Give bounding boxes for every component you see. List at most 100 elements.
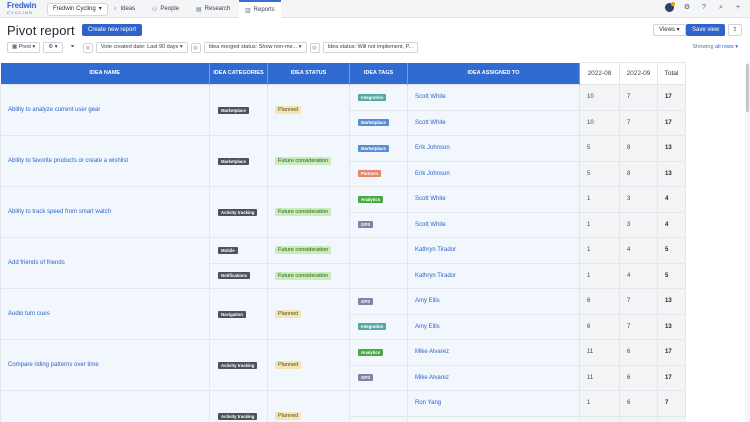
table-row: Compare riding patterns over time Activit… [0,339,686,391]
status-badge: Future consideration [275,208,332,216]
help-icon[interactable]: ? [700,4,708,12]
assignee-name[interactable]: Mike Alvarez [415,349,449,355]
workspace-selector[interactable]: Fredwin Cycling ▾ [47,3,108,16]
views-button[interactable]: Views ▾ [653,24,686,36]
nav-ideas-label: Ideas [120,6,136,12]
assignee-name[interactable]: Scott White [415,196,446,202]
col-idea-categories[interactable]: Idea categories [209,62,268,85]
pivot-grid: Idea name Idea categories Idea status Id… [0,62,686,422]
idea-assignee-cell[interactable]: Scott White [407,211,580,238]
idea-assignee-cell[interactable]: Kathryn Tirador [407,262,580,289]
share-button[interactable]: ⇪ [728,24,742,36]
idea-assignee-cell[interactable]: Scott White [407,109,580,136]
idea-name-cell[interactable]: Audio turn cues [0,288,210,340]
vertical-scrollbar[interactable] [745,62,750,422]
settings-icon[interactable]: ⚙ [683,4,691,12]
all-rows-link[interactable]: all rows [715,44,734,50]
idea-tag-cell: GPS [349,364,408,391]
create-report-button[interactable]: Create new report [82,24,143,36]
pivot-dropdown[interactable]: ▦ Pivot ▾ [7,42,41,53]
idea-assignee-cell[interactable]: Kathryn Tirador [407,237,580,264]
assignee-name[interactable]: Amy Ellis [415,298,440,304]
idea-assignee-cell[interactable]: Amy Ellis [407,288,580,315]
fredwin-logo[interactable]: Fredwin CYCLING [7,2,41,16]
idea-assignee-cell[interactable]: Erik Johnson [407,135,580,162]
idea-category-cell: Notifications [209,262,268,289]
assignee-name[interactable]: Ron Yang [415,400,441,406]
idea-name[interactable]: Ability to track speed from smart watch [8,209,111,215]
col-period-2[interactable]: 2022-09 [619,62,658,85]
assignee-name[interactable]: Mike Alvarez [415,375,449,381]
col-idea-status[interactable]: Idea status [267,62,350,85]
total-value: 5 [657,237,686,264]
idea-name-cell[interactable] [0,390,210,422]
assignee-name[interactable]: Erik Johnson [415,145,450,151]
nav-people[interactable]: ⚇ People [152,0,179,18]
period-1-value: 11 [579,364,620,391]
col-total[interactable]: Total [657,62,686,85]
idea-name[interactable]: Add friends of friends [8,260,65,266]
status-badge: Planned [275,310,302,318]
nav-research[interactable]: ▤ Research [196,0,230,18]
filter-toggle-icon[interactable]: ◎ [82,42,93,53]
idea-assignee-cell[interactable] [407,415,580,422]
avatar[interactable] [665,2,675,12]
idea-name[interactable]: Audio turn cues [8,311,50,317]
settings-dropdown[interactable]: ⚙ ▾ [43,42,63,53]
idea-assignee-cell[interactable]: Scott White [407,84,580,111]
idea-name-cell[interactable]: Ability to favorite products or create a… [0,135,210,187]
idea-assignee-cell[interactable]: Ron Yang [407,390,580,417]
filter-toggle-icon[interactable]: ◎ [309,42,320,53]
assignee-name[interactable]: Kathryn Tirador [415,273,456,279]
tag-badge: Integration [358,93,387,101]
nav-ideas[interactable]: ♁ Ideas [113,0,135,18]
period-2-value: 4 [619,262,658,289]
add-icon[interactable]: + [734,4,742,12]
status-badge: Planned [275,412,302,420]
pivot-table: Idea name Idea categories Idea status Id… [0,62,745,422]
table-row: Audio turn cues Navigation Planned GPS Amy E… [0,288,686,340]
status-badge: Future consideration [275,246,332,255]
assignee-name[interactable]: Erik Johnson [415,171,450,177]
idea-tag-cell: Analytics [349,339,408,366]
nav-reports[interactable]: ▥ Reports [239,0,281,18]
col-period-1[interactable]: 2022-08 [579,62,620,85]
assignee-name[interactable]: Scott White [415,94,446,100]
filter-merged-status[interactable]: Idea merged status: Show non-me... ▾ [203,42,307,53]
assignee-name[interactable]: Scott White [415,222,446,228]
showing-rows: Showing all rows ▾ [692,44,738,50]
filter-vote-created-label: Vote created date: Last 90 days [100,44,179,50]
total-value: 13 [657,313,686,340]
idea-assignee-cell[interactable]: Mike Alvarez [407,339,580,366]
col-idea-tags[interactable]: Idea tags [349,62,408,85]
assignee-name[interactable]: Amy Ellis [415,324,440,330]
idea-name[interactable]: Ability to favorite products or create a… [8,158,128,164]
idea-assignee-cell[interactable]: Mike Alvarez [407,364,580,391]
search-icon[interactable]: ⌕ [717,4,725,12]
filter-vote-created[interactable]: Vote created date: Last 90 days ▾ [95,42,188,53]
col-idea-name[interactable]: Idea name [0,62,210,85]
idea-name[interactable]: Ability to analyze current user gear [8,107,100,113]
idea-name[interactable]: Compare riding patterns over time [8,362,99,368]
period-1-value: 6 [579,313,620,340]
assignee-name[interactable]: Kathryn Tirador [415,247,456,253]
idea-assignee-cell[interactable]: Scott White [407,186,580,213]
tag-badge: Analytics [358,195,384,203]
idea-assignee-cell[interactable]: Amy Ellis [407,313,580,340]
total-value: 4 [657,211,686,238]
idea-assignee-cell[interactable]: Erik Johnson [407,160,580,187]
idea-name-cell[interactable]: Ability to track speed from smart watch [0,186,210,238]
idea-name-cell[interactable]: Add friends of friends [0,237,210,289]
assignee-name[interactable]: Scott White [415,120,446,126]
filter-button[interactable]: ⏷ [65,42,80,53]
research-icon: ▤ [196,6,202,13]
save-view-button[interactable]: Save view [686,24,726,36]
filter-idea-status[interactable]: Idea status: Will not implement, P... [322,42,419,53]
idea-name-cell[interactable]: Compare riding patterns over time [0,339,210,391]
col-idea-assigned[interactable]: Idea assigned to [407,62,580,85]
filter-idea-status-label: Idea status: Will not implement, P... [327,44,414,50]
filter-toggle-icon[interactable]: ◎ [190,42,201,53]
idea-name-cell[interactable]: Ability to analyze current user gear [0,84,210,136]
idea-category-cell: Navigation [209,288,268,340]
period-1-value: 1 [579,237,620,264]
